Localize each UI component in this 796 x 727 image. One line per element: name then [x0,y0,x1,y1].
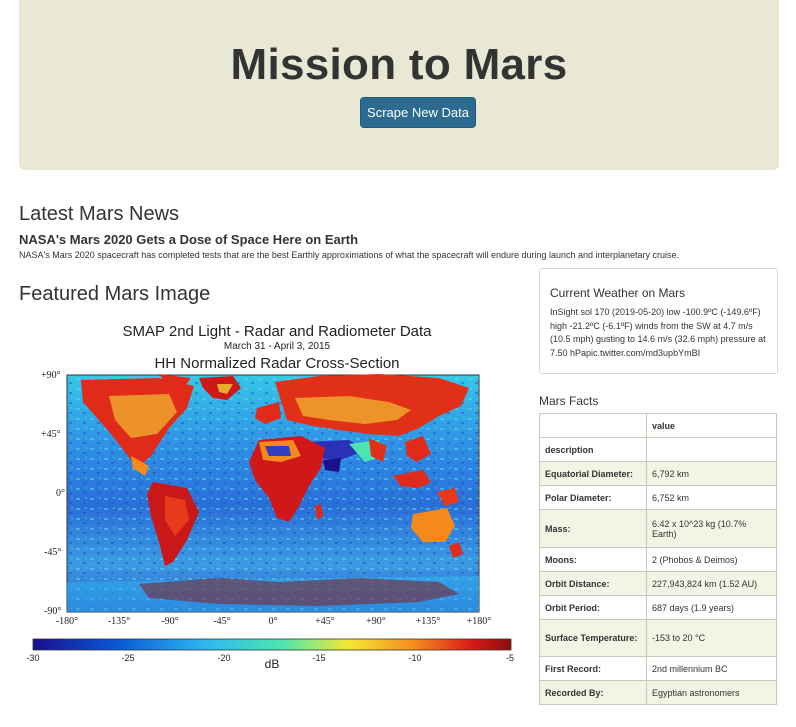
table-index-row: description [539,437,777,462]
fact-value: 6,752 km [646,485,777,510]
lat-tick-45n: +45° [41,429,61,440]
lon-tick-90w: -90° [161,616,178,627]
lon-tick-135w: -135° [108,616,130,627]
featured-image-heading: Featured Mars Image [19,283,211,305]
latitude-ticks: +90° +45° 0° -45° -90° [41,370,65,617]
fact-value: 6.42 x 10^23 kg (10.7% Earth) [646,509,777,548]
news-title: NASA's Mars 2020 Gets a Dose of Space He… [19,232,359,247]
fact-key: Moons: [539,547,647,572]
fact-key: Orbit Period: [539,595,647,620]
image-date: March 31 - April 3, 2015 [224,341,331,352]
colorbar-tick: -10 [408,653,421,663]
scrape-new-data-button[interactable]: Scrape New Data [360,97,476,128]
table-cell [646,437,777,462]
fact-key: Recorded By: [539,680,647,705]
lon-tick-90e: +90° [366,616,386,627]
image-title: SMAP 2nd Light - Radar and Radiometer Da… [122,323,432,340]
column-header-value: value [646,413,777,438]
page-title: Mission to Mars [230,40,568,89]
lon-tick-180e: +180° [467,616,492,627]
lat-tick-90n: +90° [41,370,61,381]
fact-key: First Record: [539,656,647,681]
colorbar-tick: -30 [26,653,39,663]
colorbar [32,638,512,651]
weather-card: Current Weather on Mars InSight sol 170 … [539,268,778,374]
table-row: Moons: 2 (Phobos & Deimos) [539,547,777,572]
table-row: Mass: 6.42 x 10^23 kg (10.7% Earth) [539,509,777,548]
fact-key: Mass: [539,509,647,548]
fact-key: Orbit Distance: [539,571,647,596]
table-row: First Record: 2nd millennium BC [539,656,777,681]
table-row: Orbit Period: 687 days (1.9 years) [539,595,777,620]
table-row: Equatorial Diameter: 6,792 km [539,461,777,486]
fact-value: -153 to 20 °C [646,619,777,657]
colorbar-label: dB [265,657,280,671]
mars-facts-heading: Mars Facts [539,394,599,408]
fact-value: Egyptian astronomers [646,680,777,705]
weather-heading: Current Weather on Mars [550,286,686,300]
mars-facts-table: value description Equatorial Diameter: 6… [539,413,777,705]
lon-tick-45w: -45° [213,616,230,627]
table-header-row: value [539,413,777,438]
fact-value: 687 days (1.9 years) [646,595,777,620]
lat-tick-45s: -45° [44,547,61,558]
lon-tick-45e: +45° [315,616,335,627]
fact-key: Equatorial Diameter: [539,461,647,486]
colorbar-tick: -5 [506,653,514,663]
lon-tick-135e: +135° [416,616,441,627]
colorbar-tick: -15 [312,653,325,663]
table-row: Orbit Distance: 227,943,824 km (1.52 AU) [539,571,777,596]
colorbar-tick: -20 [217,653,230,663]
table-row: Polar Diameter: 6,752 km [539,485,777,510]
fact-key: Surface Temperature: [539,619,647,657]
lat-tick-0: 0° [56,488,65,499]
header-jumbotron: Mission to Mars Scrape New Data [19,0,779,170]
table-row: Recorded By: Egyptian astronomers [539,680,777,705]
table-row: Surface Temperature: -153 to 20 °C [539,619,777,657]
fact-value: 227,943,824 km (1.52 AU) [646,571,777,596]
lon-tick-0: 0° [269,616,278,627]
fact-value: 6,792 km [646,461,777,486]
fact-value: 2nd millennium BC [646,656,777,681]
image-subtitle: HH Normalized Radar Cross-Section [154,355,399,372]
colorbar-tick: -25 [121,653,134,663]
longitude-ticks: -180° -135° -90° -45° 0° +45° +90° +135°… [56,616,491,627]
fact-value: 2 (Phobos & Deimos) [646,547,777,572]
fact-key: Polar Diameter: [539,485,647,510]
news-paragraph: NASA's Mars 2020 spacecraft has complete… [19,250,680,260]
lon-tick-180w: -180° [56,616,78,627]
weather-text: InSight sol 170 (2019-05-20) low -100.9º… [550,307,766,358]
latest-news-heading: Latest Mars News [19,203,180,225]
table-corner-cell [539,413,647,438]
index-label: description [539,437,647,462]
radar-map [66,374,480,613]
featured-mars-image[interactable]: SMAP 2nd Light - Radar and Radiometer Da… [19,316,519,678]
